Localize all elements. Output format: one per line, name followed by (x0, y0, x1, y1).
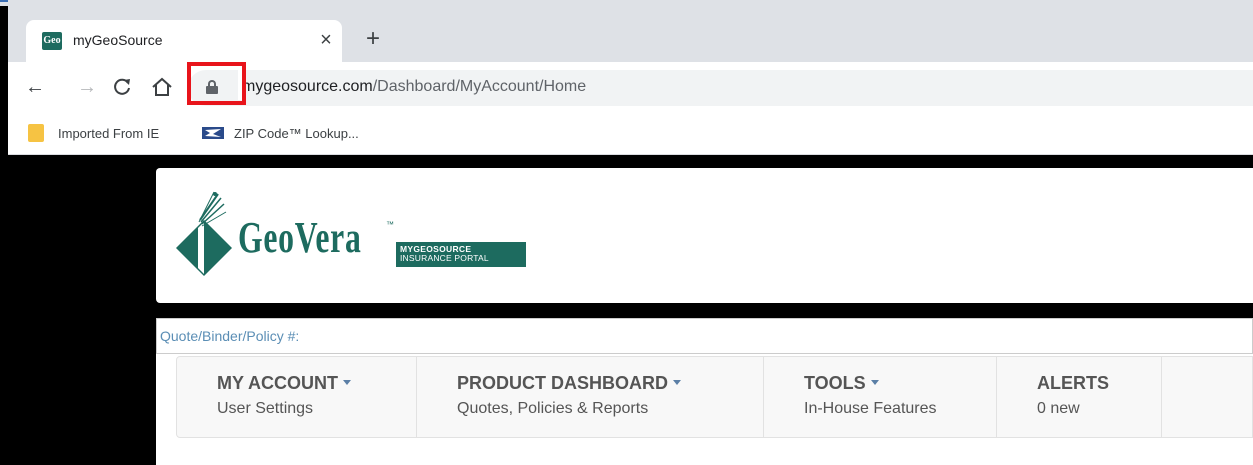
folder-icon (28, 124, 44, 142)
home-glyph (152, 77, 172, 96)
logo-trademark: ™ (386, 220, 394, 229)
badge-line-2: INSURANCE PORTAL (400, 253, 489, 263)
nav-subtitle: In-House Features (804, 400, 937, 417)
reload-icon[interactable] (109, 74, 135, 100)
nav-title-text: TOOLS (804, 373, 866, 393)
tab-title: myGeoSource (73, 32, 163, 48)
url-domain: mygeosource.com (242, 78, 373, 95)
caret-down-icon (343, 380, 351, 385)
nav-product-dashboard[interactable]: PRODUCT DASHBOARD Quotes, Policies & Rep… (417, 357, 764, 437)
geovera-logo[interactable]: GeoVera ™ MYGEOSOURCE INSURANCE PORTAL (174, 190, 534, 280)
main-content: MY ACCOUNT User Settings PRODUCT DASHBOA… (156, 354, 1253, 465)
reload-glyph (114, 78, 130, 95)
usps-eagle-glyph (201, 125, 225, 141)
geovera-diamond-icon (176, 191, 232, 276)
bookmarks-bar: Imported From IE ZIP Code™ Lookup... (8, 112, 1253, 155)
nav-title-text: MY ACCOUNT (217, 373, 338, 393)
address-url[interactable]: mygeosource.com/Dashboard/MyAccount/Home (242, 78, 586, 96)
nav-subtitle: Quotes, Policies & Reports (457, 400, 649, 417)
nav-title-text: ALERTS (1037, 373, 1109, 393)
nav-alerts[interactable]: ALERTS 0 new (997, 357, 1162, 437)
nav-title: MY ACCOUNT (217, 373, 416, 394)
caret-down-icon (673, 380, 681, 385)
geovera-favicon-icon: Geo (42, 32, 62, 50)
nav-my-account[interactable]: MY ACCOUNT User Settings (177, 357, 417, 437)
nav-tools[interactable]: TOOLS In-House Features (764, 357, 997, 437)
caret-down-icon (870, 380, 879, 385)
nav-subtitle: 0 new (1037, 400, 1080, 417)
back-arrow-icon[interactable]: ← (22, 74, 48, 100)
nav-title: TOOLS (804, 373, 996, 394)
policy-search-bar (156, 318, 1253, 354)
nav-title-text: PRODUCT DASHBOARD (457, 373, 668, 393)
active-tab[interactable]: Geo myGeoSource × (26, 20, 342, 62)
bookmark-zip-code-lookup[interactable]: ZIP Code™ Lookup... (201, 121, 359, 145)
address-bar[interactable]: mygeosource.com/Dashboard/MyAccount/Home (188, 70, 1253, 106)
home-icon[interactable] (149, 74, 175, 100)
plus-icon[interactable]: + (360, 26, 386, 52)
url-path: /Dashboard/MyAccount/Home (372, 78, 587, 95)
logo-wordmark: GeoVera (238, 213, 362, 262)
annotation-highlight-box (187, 62, 246, 105)
bookmark-imported-from-ie[interactable]: Imported From IE (28, 121, 159, 145)
usps-eagle-icon (201, 125, 225, 141)
main-navbar: MY ACCOUNT User Settings PRODUCT DASHBOA… (176, 356, 1253, 438)
nav-title: PRODUCT DASHBOARD (457, 373, 763, 394)
bookmark-label: Imported From IE (58, 125, 160, 141)
nav-title: ALERTS (1037, 373, 1161, 394)
forward-arrow-icon[interactable]: → (74, 74, 100, 100)
nav-subtitle: User Settings (217, 400, 314, 417)
close-icon[interactable]: × (314, 28, 338, 52)
site-header: GeoVera ™ MYGEOSOURCE INSURANCE PORTAL (156, 168, 1253, 303)
policy-search-input[interactable] (157, 319, 1252, 353)
logo-badge: MYGEOSOURCE INSURANCE PORTAL (396, 242, 526, 267)
bookmark-label: ZIP Code™ Lookup... (234, 125, 359, 141)
